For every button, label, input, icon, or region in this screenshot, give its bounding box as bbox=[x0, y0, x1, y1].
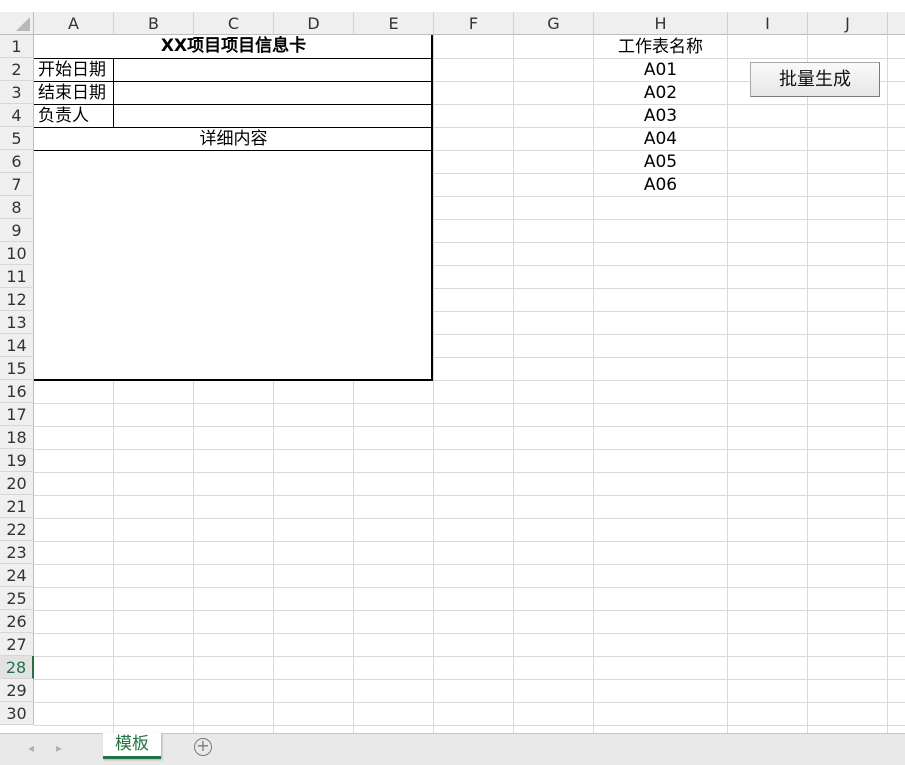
column-header-j[interactable]: J bbox=[808, 12, 888, 35]
grid-line bbox=[34, 426, 905, 427]
row-header-14[interactable]: 14 bbox=[0, 334, 34, 357]
grid-line bbox=[807, 35, 808, 733]
row-header-28[interactable]: 28 bbox=[0, 656, 34, 679]
grid-line bbox=[887, 35, 888, 733]
sheet-name-item[interactable]: A02 bbox=[594, 82, 727, 105]
row-header-30[interactable]: 30 bbox=[0, 702, 34, 725]
row-header-8[interactable]: 8 bbox=[0, 196, 34, 219]
row-header-11[interactable]: 11 bbox=[0, 265, 34, 288]
grid-line bbox=[433, 35, 434, 733]
row-header-7[interactable]: 7 bbox=[0, 173, 34, 196]
grid-line bbox=[34, 564, 905, 565]
row-header-5[interactable]: 5 bbox=[0, 127, 34, 150]
grid-line bbox=[34, 725, 905, 726]
column-header-h[interactable]: H bbox=[594, 12, 728, 35]
column-header-e[interactable]: E bbox=[354, 12, 434, 35]
next-sheet-icon[interactable]: ▸ bbox=[52, 741, 66, 755]
sheet-name-item[interactable]: A03 bbox=[594, 105, 727, 128]
sheet-name-item[interactable]: A06 bbox=[594, 174, 727, 197]
owner-label[interactable]: 负责人 bbox=[38, 105, 89, 128]
end-date-label[interactable]: 结束日期 bbox=[38, 82, 106, 105]
select-all-icon bbox=[16, 17, 30, 31]
row-header-20[interactable]: 20 bbox=[0, 472, 34, 495]
column-header-f[interactable]: F bbox=[434, 12, 514, 35]
row-header-26[interactable]: 26 bbox=[0, 610, 34, 633]
row-header-22[interactable]: 22 bbox=[0, 518, 34, 541]
row-header-9[interactable]: 9 bbox=[0, 219, 34, 242]
column-header-b[interactable]: B bbox=[114, 12, 194, 35]
row-header-15[interactable]: 15 bbox=[0, 357, 34, 380]
card-border bbox=[113, 58, 114, 128]
sheet-tab-bar: ◂ ▸ 模板 + bbox=[0, 733, 905, 765]
grid-line bbox=[34, 449, 905, 450]
row-header-23[interactable]: 23 bbox=[0, 541, 34, 564]
column-header-d[interactable]: D bbox=[274, 12, 354, 35]
row-header-1[interactable]: 1 bbox=[0, 35, 34, 58]
row-header-17[interactable]: 17 bbox=[0, 403, 34, 426]
column-header-c[interactable]: C bbox=[194, 12, 274, 35]
row-header-4[interactable]: 4 bbox=[0, 104, 34, 127]
grid-line bbox=[34, 610, 905, 611]
sheet-name-item[interactable]: A01 bbox=[594, 59, 727, 82]
batch-generate-button[interactable]: 批量生成 bbox=[750, 62, 880, 97]
row-header-25[interactable]: 25 bbox=[0, 587, 34, 610]
details-label[interactable]: 详细内容 bbox=[34, 128, 433, 151]
worksheet[interactable]: A B C D E F G H I J 1 2 3 4 5 6 7 8 9 10… bbox=[0, 0, 905, 733]
row-header-18[interactable]: 18 bbox=[0, 426, 34, 449]
row-header-3[interactable]: 3 bbox=[0, 81, 34, 104]
column-header-i[interactable]: I bbox=[728, 12, 808, 35]
grid-line bbox=[34, 518, 905, 519]
grid-line bbox=[34, 495, 905, 496]
sheet-name-item[interactable]: A05 bbox=[594, 151, 727, 174]
grid-line bbox=[727, 35, 728, 733]
grid-line bbox=[34, 541, 905, 542]
grid-line bbox=[34, 656, 905, 657]
start-date-label[interactable]: 开始日期 bbox=[38, 59, 106, 82]
row-header-6[interactable]: 6 bbox=[0, 150, 34, 173]
top-strip bbox=[0, 0, 905, 12]
prev-sheet-icon[interactable]: ◂ bbox=[24, 741, 38, 755]
row-header-16[interactable]: 16 bbox=[0, 380, 34, 403]
column-header-k[interactable] bbox=[888, 12, 905, 35]
grid-line bbox=[34, 679, 905, 680]
row-header-2[interactable]: 2 bbox=[0, 58, 34, 81]
sheet-name-item[interactable]: A04 bbox=[594, 128, 727, 151]
card-title[interactable]: XX项目项目信息卡 bbox=[34, 35, 433, 58]
sheet-names-header[interactable]: 工作表名称 bbox=[594, 36, 727, 59]
row-header-29[interactable]: 29 bbox=[0, 679, 34, 702]
grid-line bbox=[513, 35, 514, 733]
row-header-19[interactable]: 19 bbox=[0, 449, 34, 472]
column-header-g[interactable]: G bbox=[514, 12, 594, 35]
row-header-21[interactable]: 21 bbox=[0, 495, 34, 518]
grid-line bbox=[34, 403, 905, 404]
select-all-corner[interactable] bbox=[0, 12, 34, 35]
row-header-24[interactable]: 24 bbox=[0, 564, 34, 587]
row-header-12[interactable]: 12 bbox=[0, 288, 34, 311]
grid-line bbox=[34, 587, 905, 588]
grid-line bbox=[34, 702, 905, 703]
row-header-27[interactable]: 27 bbox=[0, 633, 34, 656]
grid-line bbox=[34, 633, 905, 634]
row-header-10[interactable]: 10 bbox=[0, 242, 34, 265]
column-header-a[interactable]: A bbox=[34, 12, 114, 35]
sheet-tab-template[interactable]: 模板 bbox=[103, 733, 161, 759]
grid-line bbox=[34, 472, 905, 473]
row-header-13[interactable]: 13 bbox=[0, 311, 34, 334]
add-sheet-icon[interactable]: + bbox=[194, 738, 212, 756]
